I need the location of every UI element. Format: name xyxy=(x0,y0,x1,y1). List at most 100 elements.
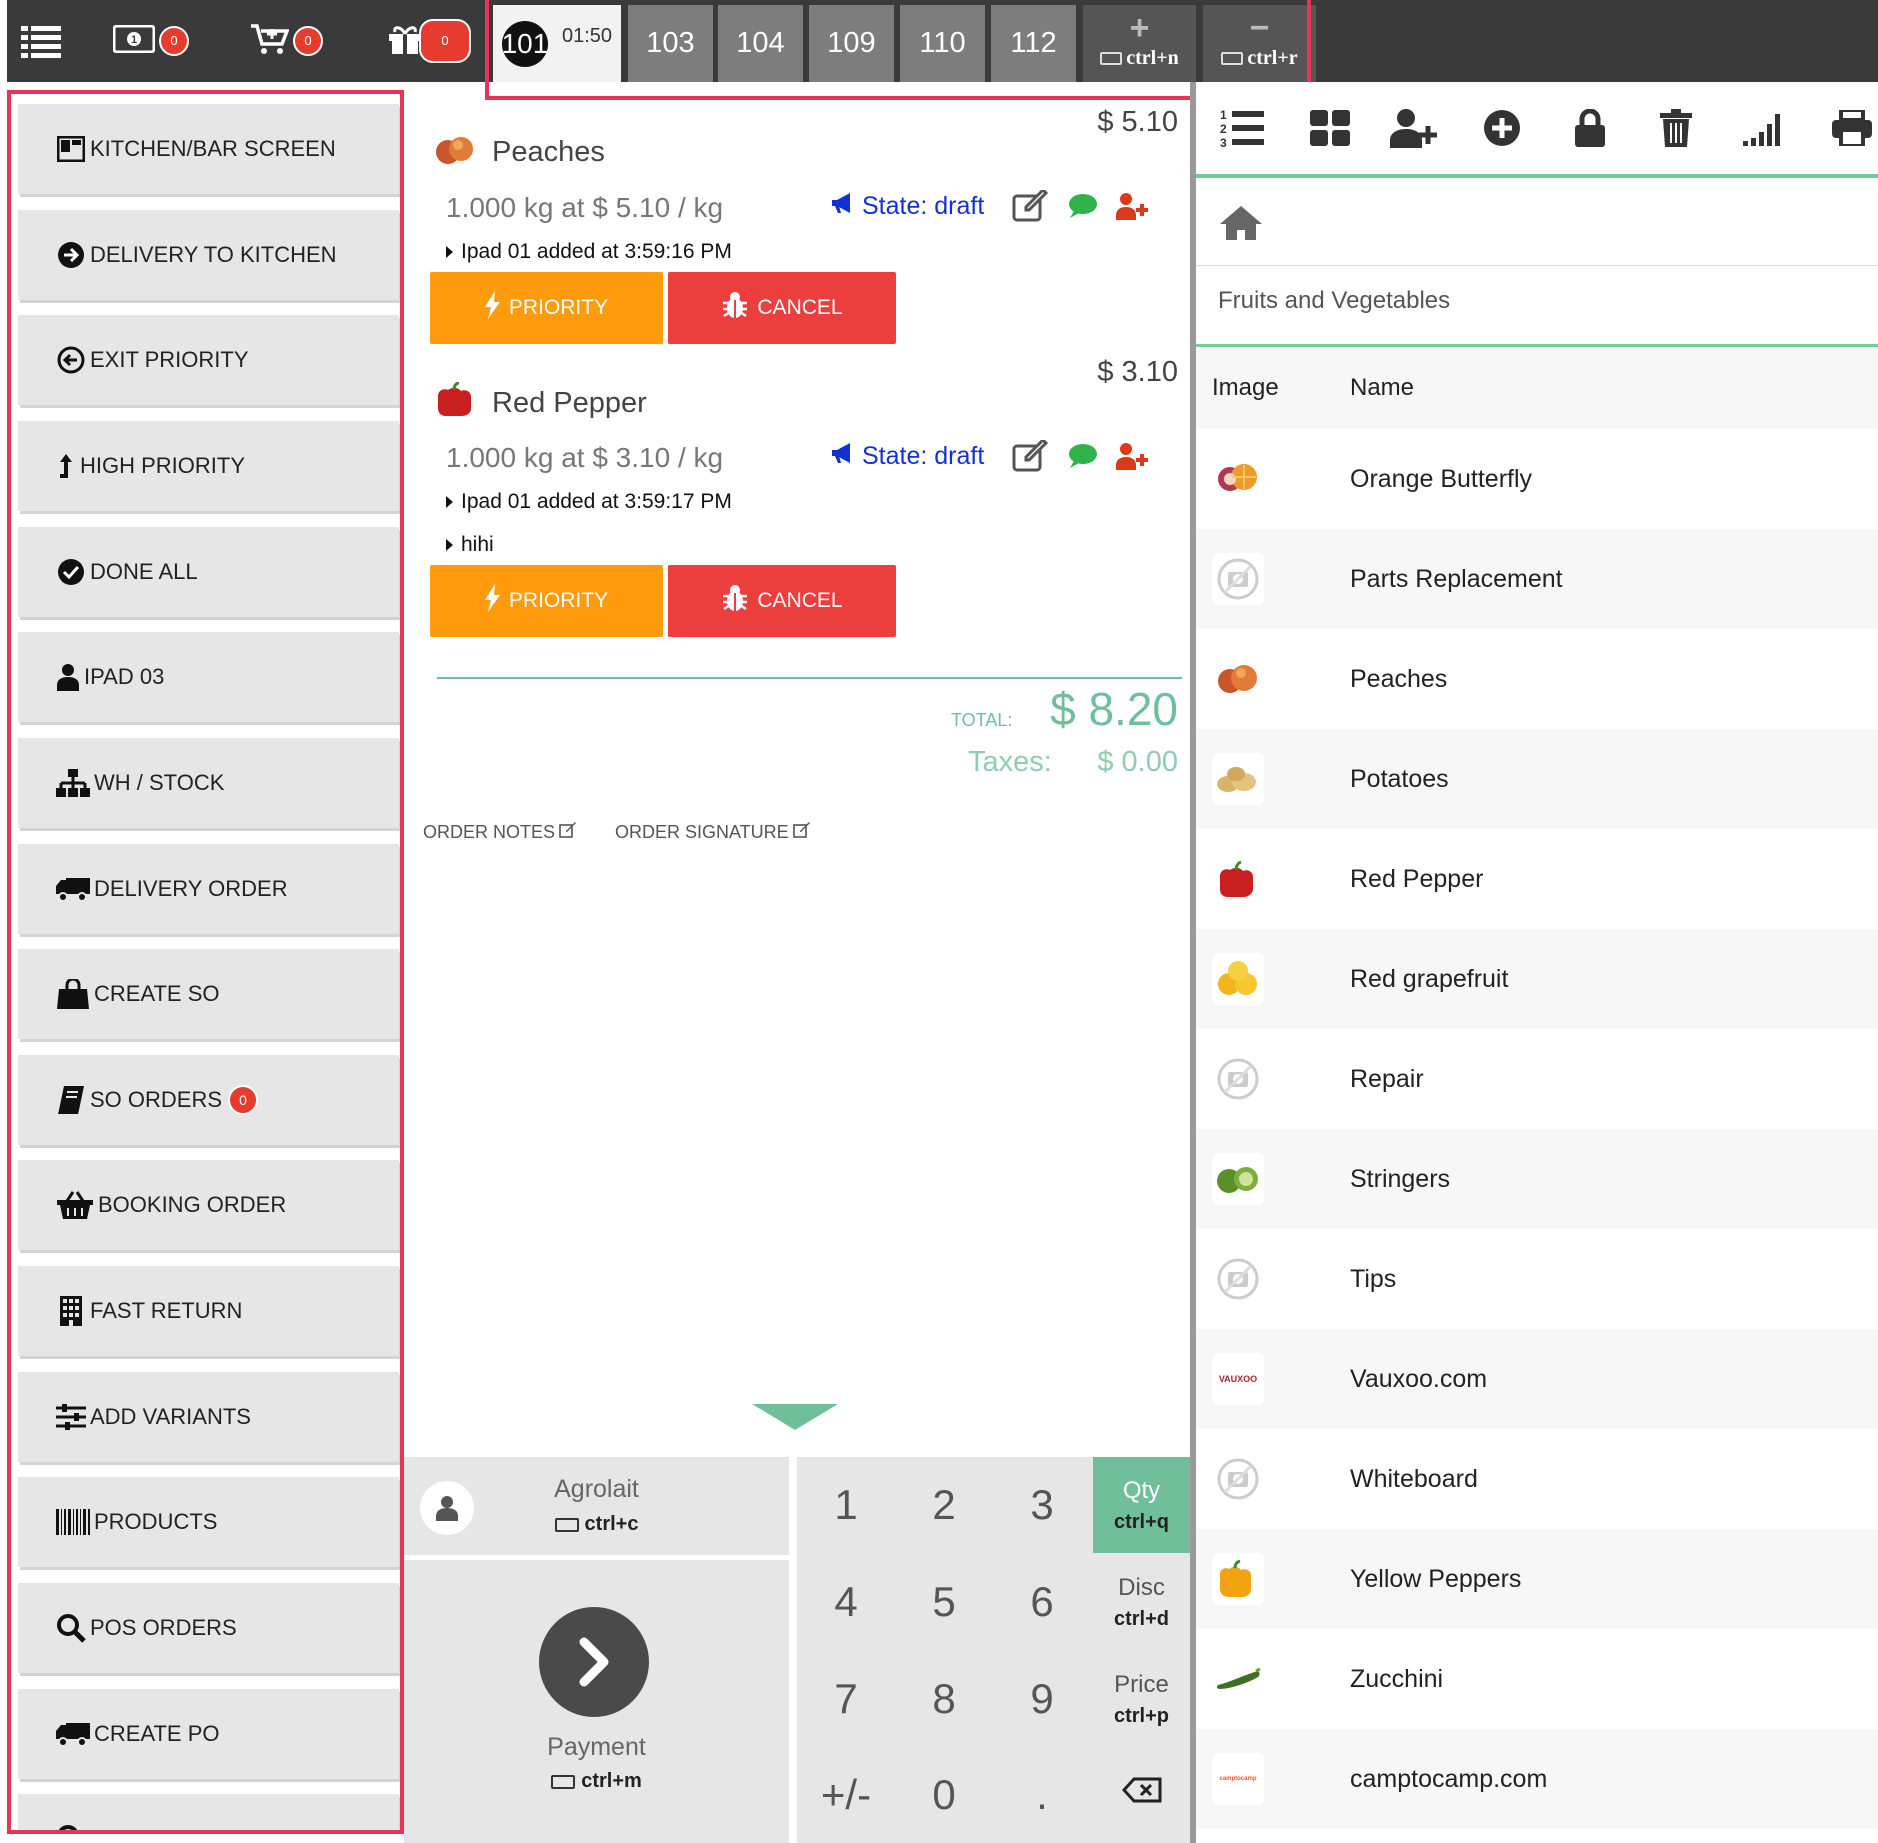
product-row[interactable]: Yellow Peppers xyxy=(1196,1529,1878,1629)
sidebar-item-label: HIGH PRIORITY xyxy=(80,453,246,478)
order-panel: Peaches $ 5.10 1.000 kg at $ 5.10 / kg S… xyxy=(410,82,1190,1452)
numpad-key-7[interactable]: 7 xyxy=(797,1651,895,1747)
product-row[interactable]: camptocamp camptocamp.com xyxy=(1196,1729,1878,1829)
plus-circle-icon[interactable] xyxy=(1478,104,1526,152)
kitchen-screen-icon xyxy=(56,134,86,164)
cart-badge: 0 xyxy=(293,26,323,56)
edit-icon[interactable] xyxy=(1012,187,1050,227)
customer-payment-panel: Agrolait ctrl+c Payment ctrl+m xyxy=(404,1457,789,1843)
product-row[interactable]: Orange Butterfly xyxy=(1196,429,1878,529)
bolt-icon xyxy=(484,584,501,618)
payment-shortcut-text: ctrl+m xyxy=(581,1770,642,1792)
customer-button[interactable]: Agrolait ctrl+c xyxy=(404,1457,789,1555)
cash-button[interactable]: 1 0 xyxy=(112,0,189,82)
product-row[interactable]: Red Pepper xyxy=(1196,829,1878,929)
order-line-note: hihi xyxy=(446,533,494,557)
product-thumbnail xyxy=(1212,953,1264,1005)
order-signature-link[interactable]: ORDER SIGNATURE xyxy=(615,822,811,843)
sidebar-item-so-orders[interactable]: SO ORDERS 0 xyxy=(18,1055,399,1145)
numpad-mode-disc[interactable]: Disc ctrl+d xyxy=(1093,1554,1190,1650)
sidebar-item-delivery-order[interactable]: DELIVERY ORDER xyxy=(18,844,399,934)
priority-button[interactable]: PRIORITY xyxy=(430,272,663,344)
home-icon[interactable] xyxy=(1220,204,1262,245)
numpad-key-0[interactable]: 0 xyxy=(895,1747,993,1843)
menu-list-icon[interactable] xyxy=(21,0,61,82)
numpad-key-1[interactable]: 1 xyxy=(797,1457,895,1553)
category-button[interactable]: Fruits and Vegetables xyxy=(1218,287,1450,315)
numpad-mode-shortcut: ctrl+p xyxy=(1113,1704,1170,1727)
cancel-button[interactable]: CANCEL xyxy=(668,272,896,344)
product-row[interactable]: Stringers xyxy=(1196,1129,1878,1229)
product-row[interactable]: Parts Replacement xyxy=(1196,529,1878,629)
money-icon: 1 xyxy=(112,24,156,58)
comment-icon[interactable] xyxy=(1068,443,1098,474)
comment-icon[interactable] xyxy=(1068,193,1098,224)
product-row[interactable]: Zucchini xyxy=(1196,1629,1878,1729)
product-row[interactable]: Repair xyxy=(1196,1029,1878,1129)
user-plus-icon[interactable] xyxy=(1116,192,1150,225)
edit-icon[interactable] xyxy=(1012,437,1050,477)
numpad-key-dot[interactable]: . xyxy=(993,1747,1091,1843)
cart-button[interactable]: 0 xyxy=(251,0,323,82)
numpad-key-6[interactable]: 6 xyxy=(993,1554,1091,1650)
order-line-note-text: Ipad 01 added at 3:59:16 PM xyxy=(461,240,732,263)
user-plus-icon[interactable] xyxy=(1116,442,1150,475)
sidebar-item-delivery-to-kitchen[interactable]: DELIVERY TO KITCHEN xyxy=(18,210,399,300)
sidebar-item-fast-return[interactable]: FAST RETURN xyxy=(18,1266,399,1356)
cancel-button[interactable]: CANCEL xyxy=(668,565,896,637)
total-label: TOTAL: xyxy=(951,710,1013,730)
numpad-key-5[interactable]: 5 xyxy=(895,1554,993,1650)
sidebar-item-ipad-03[interactable]: IPAD 03 xyxy=(18,632,399,722)
product-row[interactable]: Tips xyxy=(1196,1229,1878,1329)
sidebar-item-create-po[interactable]: CREATE PO xyxy=(18,1689,399,1779)
basket-icon xyxy=(56,1190,94,1220)
sidebar-item-high-priority[interactable]: HIGH PRIORITY xyxy=(18,421,399,511)
sidebar-item-booking-order[interactable]: BOOKING ORDER xyxy=(18,1160,399,1250)
product-row[interactable]: Peaches xyxy=(1196,629,1878,729)
numpad-key-8[interactable]: 8 xyxy=(895,1651,993,1747)
numpad-key-3[interactable]: 3 xyxy=(993,1457,1091,1553)
sidebar-item-wh-stock[interactable]: WH / STOCK xyxy=(18,738,399,828)
backspace-button[interactable] xyxy=(1093,1747,1190,1843)
product-row[interactable]: Whiteboard xyxy=(1196,1429,1878,1529)
order-total-divider xyxy=(437,677,1182,679)
order-line-qty: 1.000 kg at $ 3.10 / kg xyxy=(446,442,724,473)
numpad-mode-shortcut: ctrl+q xyxy=(1113,1510,1170,1533)
numpad-mode-qty[interactable]: Qty ctrl+q xyxy=(1093,1457,1190,1553)
numpad-key-plus-minus[interactable]: +/- xyxy=(797,1747,895,1843)
sidebar-item-kitchen-bar-screen[interactable]: KITCHEN/BAR SCREEN xyxy=(18,104,399,194)
check-circle-icon xyxy=(56,557,86,587)
gift-button[interactable]: 0 xyxy=(387,0,471,82)
sidebar-item-pos-orders[interactable]: POS ORDERS xyxy=(18,1583,399,1673)
signal-bars-icon[interactable] xyxy=(1740,104,1788,152)
grid-view-icon[interactable] xyxy=(1306,104,1354,152)
numpad-key-2[interactable]: 2 xyxy=(895,1457,993,1553)
numpad-mode-price[interactable]: Price ctrl+p xyxy=(1093,1651,1190,1747)
sidebar-item-create-so[interactable]: CREATE SO xyxy=(18,949,399,1039)
product-name: Red Pepper xyxy=(1350,865,1484,893)
sidebar-item-done-all[interactable]: DONE ALL xyxy=(18,527,399,617)
sidebar-item-products[interactable]: PRODUCTS xyxy=(18,1477,399,1567)
product-row[interactable]: Red grapefruit xyxy=(1196,929,1878,1029)
lock-icon[interactable] xyxy=(1566,104,1614,152)
product-row[interactable]: VAUXOO Vauxoo.com xyxy=(1196,1329,1878,1429)
trash-icon[interactable] xyxy=(1652,104,1700,152)
product-name: Repair xyxy=(1350,1065,1424,1093)
add-user-icon[interactable] xyxy=(1390,104,1438,152)
sidebar-item-add-variants[interactable]: ADD VARIANTS xyxy=(18,1372,399,1462)
sidebar-item-label: DELIVERY ORDER xyxy=(94,876,288,901)
order-line-note: Ipad 01 added at 3:59:16 PM xyxy=(446,240,732,264)
product-row[interactable]: Potatoes xyxy=(1196,729,1878,829)
priority-button[interactable]: PRIORITY xyxy=(430,565,663,637)
sidebar-item-invoices[interactable]: INVOICES xyxy=(18,1794,399,1830)
payment-button[interactable]: Payment ctrl+m xyxy=(404,1560,789,1843)
numpad-key-4[interactable]: 4 xyxy=(797,1554,895,1650)
numpad-key-9[interactable]: 9 xyxy=(993,1651,1091,1747)
product-name: camptocamp.com xyxy=(1350,1765,1548,1793)
sidebar-item-exit-priority[interactable]: EXIT PRIORITY xyxy=(18,315,399,405)
numbered-list-icon[interactable]: 123 xyxy=(1218,104,1266,152)
printer-icon[interactable] xyxy=(1828,104,1876,152)
collapse-chevron-icon[interactable] xyxy=(752,1404,838,1435)
order-notes-link[interactable]: ORDER NOTES xyxy=(423,822,577,843)
product-thumbnail xyxy=(434,133,476,167)
